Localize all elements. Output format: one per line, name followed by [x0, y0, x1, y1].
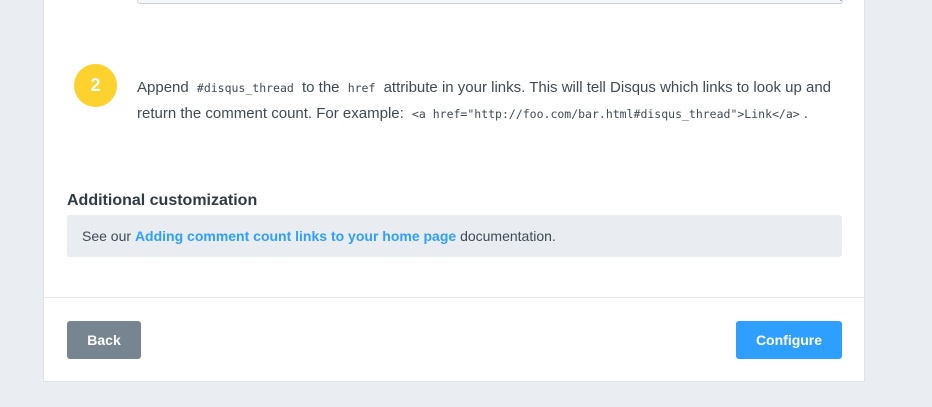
- section-title: Additional customization: [67, 192, 258, 209]
- code-example-link: <a href="http://foo.com/bar.html#disqus_…: [411, 107, 800, 121]
- customization-note: See our Adding comment count links to yo…: [67, 215, 842, 257]
- code-href: href: [347, 81, 376, 95]
- footer-divider: [44, 297, 864, 298]
- note-prefix: See our: [82, 228, 132, 244]
- step-number-badge: 2: [74, 64, 117, 107]
- step-instructions: Append #disqus_thread to the href attrib…: [137, 75, 847, 127]
- code-snippet-textarea[interactable]: //: [137, 0, 843, 4]
- back-button[interactable]: Back: [67, 321, 141, 359]
- step-text-2: to the: [302, 79, 340, 96]
- note-suffix: documentation.: [460, 228, 556, 244]
- configure-button[interactable]: Configure: [736, 321, 842, 359]
- step-text-4: .: [803, 105, 808, 122]
- resize-handle-icon[interactable]: //: [840, 0, 843, 3]
- setup-card: // 2 Append #disqus_thread to the href a…: [43, 0, 865, 382]
- step-text-1: Append: [137, 79, 189, 96]
- code-disqus-thread: #disqus_thread: [196, 81, 294, 95]
- home-page-docs-link[interactable]: Adding comment count links to your home …: [135, 228, 456, 244]
